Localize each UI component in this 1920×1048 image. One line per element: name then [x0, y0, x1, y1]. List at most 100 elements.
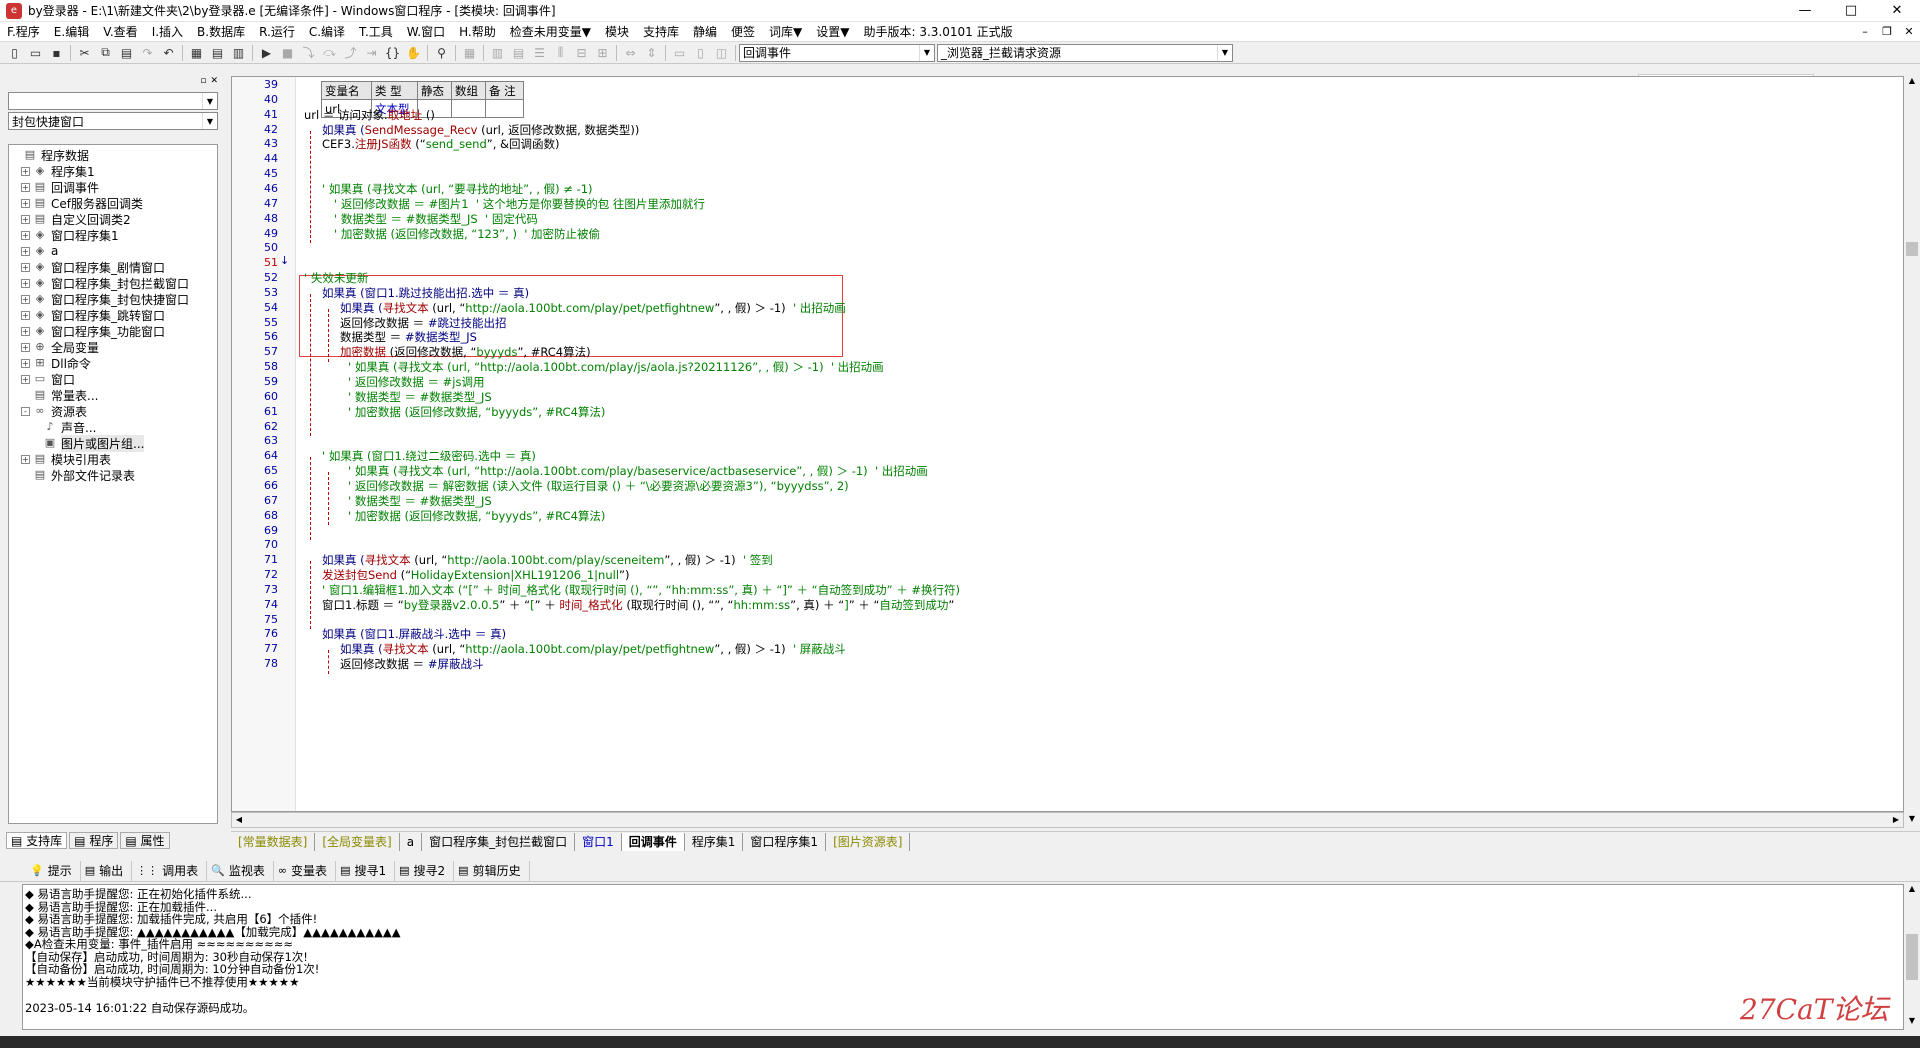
expand-icon[interactable]: +	[21, 230, 30, 240]
tree-node[interactable]: ▤ 程序数据	[9, 147, 217, 163]
menu-item-9[interactable]: H.帮助	[452, 22, 503, 42]
scroll-down-icon[interactable]: ▼	[1904, 814, 1920, 828]
tree-node[interactable]: ▤ 外部文件记录表	[9, 467, 217, 483]
minimize-button[interactable]: —	[1782, 0, 1828, 22]
menu-item-16[interactable]: 设置▼	[809, 22, 856, 42]
menu-item-13[interactable]: 静编	[686, 22, 724, 42]
tree-node[interactable]: + ◈ 窗口程序集_封包拦截窗口	[9, 275, 217, 291]
menu-item-5[interactable]: R.运行	[252, 22, 302, 42]
code-tab[interactable]: a	[400, 832, 423, 851]
menu-item-14[interactable]: 便签	[724, 22, 762, 42]
tree-node[interactable]: + ▭ 窗口	[9, 371, 217, 387]
menu-item-2[interactable]: V.查看	[96, 22, 144, 42]
mdi-minimize-button[interactable]: –	[1854, 25, 1876, 38]
tree-node[interactable]: + ▤ 模块引用表	[9, 451, 217, 467]
output-panel[interactable]: ◆ 易语言助手提醒您: 正在初始化插件系统... ◆ 易语言助手提醒您: 正在加载…	[22, 884, 1904, 1030]
menu-item-12[interactable]: 支持库	[636, 22, 686, 42]
maximize-button[interactable]: □	[1828, 0, 1874, 22]
tree-node[interactable]: ▣ 图片或图片组...	[9, 434, 217, 452]
menu-item-8[interactable]: W.窗口	[400, 22, 452, 42]
left-combo-1[interactable]: ▼	[8, 92, 218, 110]
tree-node[interactable]: + ◈ 程序集1	[9, 163, 217, 179]
expand-icon[interactable]: +	[21, 278, 30, 288]
var-array-cell[interactable]	[451, 99, 486, 118]
align3-icon[interactable]: ▤	[508, 43, 529, 63]
expand-icon[interactable]: +	[21, 182, 30, 192]
left-combo-2[interactable]: 封包快捷窗口 ▼	[8, 112, 218, 130]
step-into-icon[interactable]: ⤵	[298, 43, 319, 63]
layout1-icon[interactable]: ▦	[186, 43, 207, 63]
panel-restore-icon[interactable]: ▫	[200, 76, 206, 90]
redo-icon[interactable]: ↷	[137, 43, 158, 63]
bottom-tab[interactable]: ▤ 剪辑历史	[454, 860, 530, 881]
size3-icon[interactable]: ◫	[711, 43, 732, 63]
scroll-right-icon[interactable]: ▶	[1889, 813, 1903, 827]
expand-icon[interactable]: +	[21, 454, 30, 464]
tree-node[interactable]: + ◈ 窗口程序集1	[9, 227, 217, 243]
output-scroll-thumb[interactable]	[1906, 934, 1918, 980]
mdi-restore-button[interactable]: ❐	[1876, 25, 1898, 38]
tree-node[interactable]: + ◈ 窗口程序集_功能窗口	[9, 323, 217, 339]
expand-icon[interactable]: +	[21, 294, 30, 304]
expand-icon[interactable]: +	[21, 358, 30, 368]
editor-vertical-scrollbar[interactable]: ▲ ▼	[1904, 76, 1920, 828]
align7-icon[interactable]: ⊞	[592, 43, 613, 63]
expand-icon[interactable]: +	[21, 326, 30, 336]
scroll-up-icon[interactable]: ▲	[1904, 884, 1920, 898]
tab-properties[interactable]: ▤ 属性	[120, 831, 170, 849]
menu-item-0[interactable]: F.程序	[0, 22, 47, 42]
code-tab[interactable]: 窗口1	[575, 832, 622, 851]
tree-node[interactable]: + ▤ Cef服务器回调类	[9, 195, 217, 211]
subroutine-combo[interactable]: _浏览器_拦截请求资源 ▼	[937, 43, 1233, 62]
undo-icon[interactable]: ↶	[158, 43, 179, 63]
panel-close-icon[interactable]: ✕	[210, 76, 218, 90]
layout2-icon[interactable]: ▤	[207, 43, 228, 63]
menu-item-4[interactable]: B.数据库	[190, 22, 252, 42]
output-scrollbar[interactable]: ▲ ▼	[1904, 884, 1920, 1030]
expand-icon[interactable]: +	[21, 246, 30, 256]
tree-node[interactable]: + ◈ 窗口程序集_剧情窗口	[9, 259, 217, 275]
code-line[interactable]: 返回修改数据 ＝ #屏蔽战斗	[340, 655, 483, 673]
code-line[interactable]: CEF3.注册JS函数 (“send_send”, &回调函数)	[322, 135, 560, 153]
space2-icon[interactable]: ⇕	[641, 43, 662, 63]
menu-item-10[interactable]: 检查未用变量▼	[503, 22, 598, 42]
space1-icon[interactable]: ⇔	[620, 43, 641, 63]
align5-icon[interactable]: ⫼	[550, 43, 571, 63]
cut-icon[interactable]: ✂	[74, 43, 95, 63]
var-note-cell[interactable]	[485, 99, 524, 118]
code-tab[interactable]: [全局变量表]	[315, 832, 400, 851]
tab-support-library[interactable]: ▤ 支持库	[6, 831, 68, 849]
scroll-thumb[interactable]	[1906, 242, 1918, 256]
bottom-tab[interactable]: ∞ 变量表	[274, 860, 337, 881]
tree-node[interactable]: ♪ 声音...	[9, 419, 217, 435]
paste-icon[interactable]: ▤	[116, 43, 137, 63]
code-line[interactable]: ' 加密数据 (返回修改数据, “byyyds”, #RC4算法)	[348, 507, 605, 525]
step-out-icon[interactable]: ⤴	[340, 43, 361, 63]
expand-icon[interactable]: +	[21, 166, 30, 176]
align6-icon[interactable]: ⊟	[571, 43, 592, 63]
scroll-up-icon[interactable]: ▲	[1904, 76, 1920, 90]
tree-node[interactable]: - ∞ 资源表	[9, 403, 217, 419]
bottom-tab[interactable]: ▤ 输出	[81, 860, 133, 881]
align2-icon[interactable]: ▥	[487, 43, 508, 63]
tree-node[interactable]: + ◈ 窗口程序集_封包快捷窗口	[9, 291, 217, 307]
menu-item-17[interactable]: 助手版本: 3.3.0101 正式版	[857, 22, 1020, 42]
menu-item-11[interactable]: 模块	[598, 22, 636, 42]
close-button[interactable]: ✕	[1874, 0, 1920, 22]
code-tab[interactable]: 窗口程序集1	[743, 832, 827, 851]
scroll-left-icon[interactable]: ◀	[232, 813, 246, 827]
code-tab[interactable]: 回调事件	[621, 832, 685, 851]
hand-icon[interactable]: ✋	[403, 43, 424, 63]
expand-icon[interactable]: +	[21, 310, 30, 320]
code-line[interactable]: ' 加密数据 (返回修改数据, “123”, ) ' 加密防止被偷	[334, 225, 600, 243]
code-line[interactable]: 窗口1.标题 ＝ “by登录器v2.0.0.5” ＋ “[” ＋ 时间_格式化 …	[322, 596, 954, 614]
tree-node[interactable]: + ⊞ Dll命令	[9, 355, 217, 371]
procedure-combo[interactable]: 回调事件 ▼	[739, 43, 935, 62]
binoculars-icon[interactable]: ⚲	[431, 43, 452, 63]
breakpoint-arrow-icon[interactable]: ↓	[280, 254, 289, 267]
code-tab[interactable]: [常量数据表]	[231, 832, 316, 851]
run-to-cursor-icon[interactable]: ⇥	[361, 43, 382, 63]
expand-icon[interactable]: +	[21, 342, 30, 352]
editor-horizontal-scrollbar[interactable]: ◀ ▶	[231, 812, 1904, 828]
tree-node[interactable]: + ⊕ 全局变量	[9, 339, 217, 355]
